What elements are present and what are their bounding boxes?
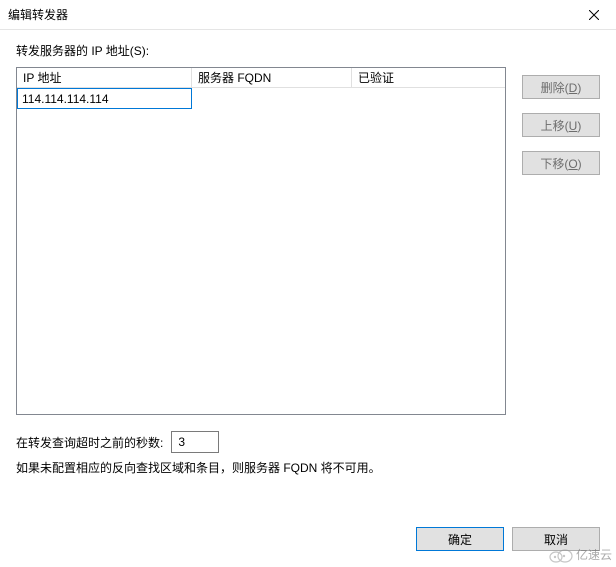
table-row bbox=[17, 88, 505, 109]
watermark-text: 亿速云 bbox=[576, 546, 612, 563]
table-header: IP 地址 服务器 FQDN 已验证 bbox=[17, 68, 505, 88]
watermark: 亿速云 bbox=[548, 546, 612, 563]
side-buttons: 删除(D) 上移(U) 下移(O) bbox=[522, 67, 600, 415]
header-fqdn[interactable]: 服务器 FQDN bbox=[192, 68, 352, 87]
close-icon bbox=[589, 10, 599, 20]
servers-label: 转发服务器的 IP 地址(S): bbox=[16, 42, 600, 59]
header-verified[interactable]: 已验证 bbox=[352, 68, 505, 87]
timeout-input[interactable] bbox=[171, 431, 219, 453]
forwarders-table: IP 地址 服务器 FQDN 已验证 bbox=[16, 67, 506, 415]
titlebar: 编辑转发器 bbox=[0, 0, 616, 30]
header-ip[interactable]: IP 地址 bbox=[17, 68, 192, 87]
table-wrap: IP 地址 服务器 FQDN 已验证 bbox=[16, 67, 510, 415]
dialog-content: 转发服务器的 IP 地址(S): IP 地址 服务器 FQDN 已验证 删除(D… bbox=[0, 30, 616, 415]
delete-button[interactable]: 删除(D) bbox=[522, 75, 600, 99]
dialog-title: 编辑转发器 bbox=[8, 6, 68, 23]
bottom-area: 在转发查询超时之前的秒数: 如果未配置相应的反向查找区域和条目，则服务器 FQD… bbox=[0, 415, 616, 477]
timeout-label: 在转发查询超时之前的秒数: bbox=[16, 434, 163, 451]
main-row: IP 地址 服务器 FQDN 已验证 删除(D) 上移(U) 下移(O) bbox=[16, 67, 600, 415]
note-text: 如果未配置相应的反向查找区域和条目，则服务器 FQDN 将不可用。 bbox=[16, 459, 600, 477]
move-down-button[interactable]: 下移(O) bbox=[522, 151, 600, 175]
timeout-row: 在转发查询超时之前的秒数: bbox=[16, 431, 600, 453]
table-body bbox=[17, 88, 505, 414]
cloud-icon bbox=[548, 547, 574, 563]
ip-input[interactable] bbox=[17, 88, 192, 109]
close-button[interactable] bbox=[571, 0, 616, 30]
move-up-button[interactable]: 上移(U) bbox=[522, 113, 600, 137]
ok-button[interactable]: 确定 bbox=[416, 527, 504, 551]
